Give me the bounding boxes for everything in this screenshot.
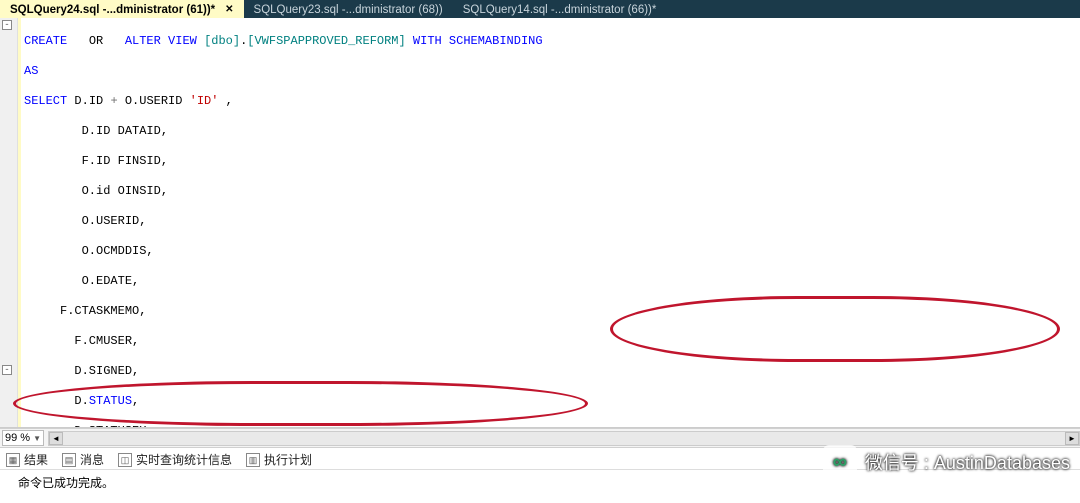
chevron-down-icon: ▼ xyxy=(33,434,41,443)
tab-label: SQLQuery24.sql -...dministrator (61))* xyxy=(10,4,215,16)
messages-label: 消息 xyxy=(80,451,104,468)
code-text-area[interactable]: CREATE OR ALTER VIEW [dbo].[VWFSPAPPROVE… xyxy=(18,18,1080,427)
tab-sqlquery14[interactable]: SQLQuery14.sql -...dministrator (66))* xyxy=(453,0,667,18)
tab-label: SQLQuery23.sql -...dministrator (68)) xyxy=(254,4,443,16)
scroll-left-icon[interactable]: ◄ xyxy=(49,432,63,445)
close-icon[interactable]: ✕ xyxy=(225,4,233,15)
wechat-icon: ∞ xyxy=(823,445,857,479)
plan-icon: ▥ xyxy=(246,453,260,467)
tab-exec-plan[interactable]: ▥ 执行计划 xyxy=(246,451,312,468)
document-tab-bar: SQLQuery24.sql -...dministrator (61))* ✕… xyxy=(0,0,1080,18)
watermark: ∞ 微信号 : AustinDatabases xyxy=(823,445,1070,479)
horizontal-scrollbar[interactable]: ◄ ► xyxy=(48,431,1080,446)
outline-gutter: - - xyxy=(0,18,18,427)
tab-messages[interactable]: ▤ 消息 xyxy=(62,451,104,468)
outline-collapse-icon[interactable]: - xyxy=(2,20,12,30)
stats-icon: ◫ xyxy=(118,453,132,467)
watermark-text: 微信号 : AustinDatabases xyxy=(865,449,1070,475)
exec-plan-label: 执行计划 xyxy=(264,451,312,468)
zoom-select[interactable]: 99 % ▼ xyxy=(2,430,44,446)
grid-icon: ▦ xyxy=(6,453,20,467)
sql-editor[interactable]: - - CREATE OR ALTER VIEW [dbo].[VWFSPAPP… xyxy=(0,18,1080,428)
tab-live-stats[interactable]: ◫ 实时查询统计信息 xyxy=(118,451,232,468)
tab-sqlquery23[interactable]: SQLQuery23.sql -...dministrator (68)) xyxy=(244,0,453,18)
results-label: 结果 xyxy=(24,451,48,468)
live-stats-label: 实时查询统计信息 xyxy=(136,451,232,468)
tab-label: SQLQuery14.sql -...dministrator (66))* xyxy=(463,4,657,16)
tab-results[interactable]: ▦ 结果 xyxy=(6,451,48,468)
zoom-value: 99 % xyxy=(5,432,30,444)
tab-sqlquery24[interactable]: SQLQuery24.sql -...dministrator (61))* ✕ xyxy=(0,0,244,18)
message-icon: ▤ xyxy=(62,453,76,467)
outline-collapse-icon[interactable]: - xyxy=(2,365,12,375)
scroll-right-icon[interactable]: ► xyxy=(1065,432,1079,445)
